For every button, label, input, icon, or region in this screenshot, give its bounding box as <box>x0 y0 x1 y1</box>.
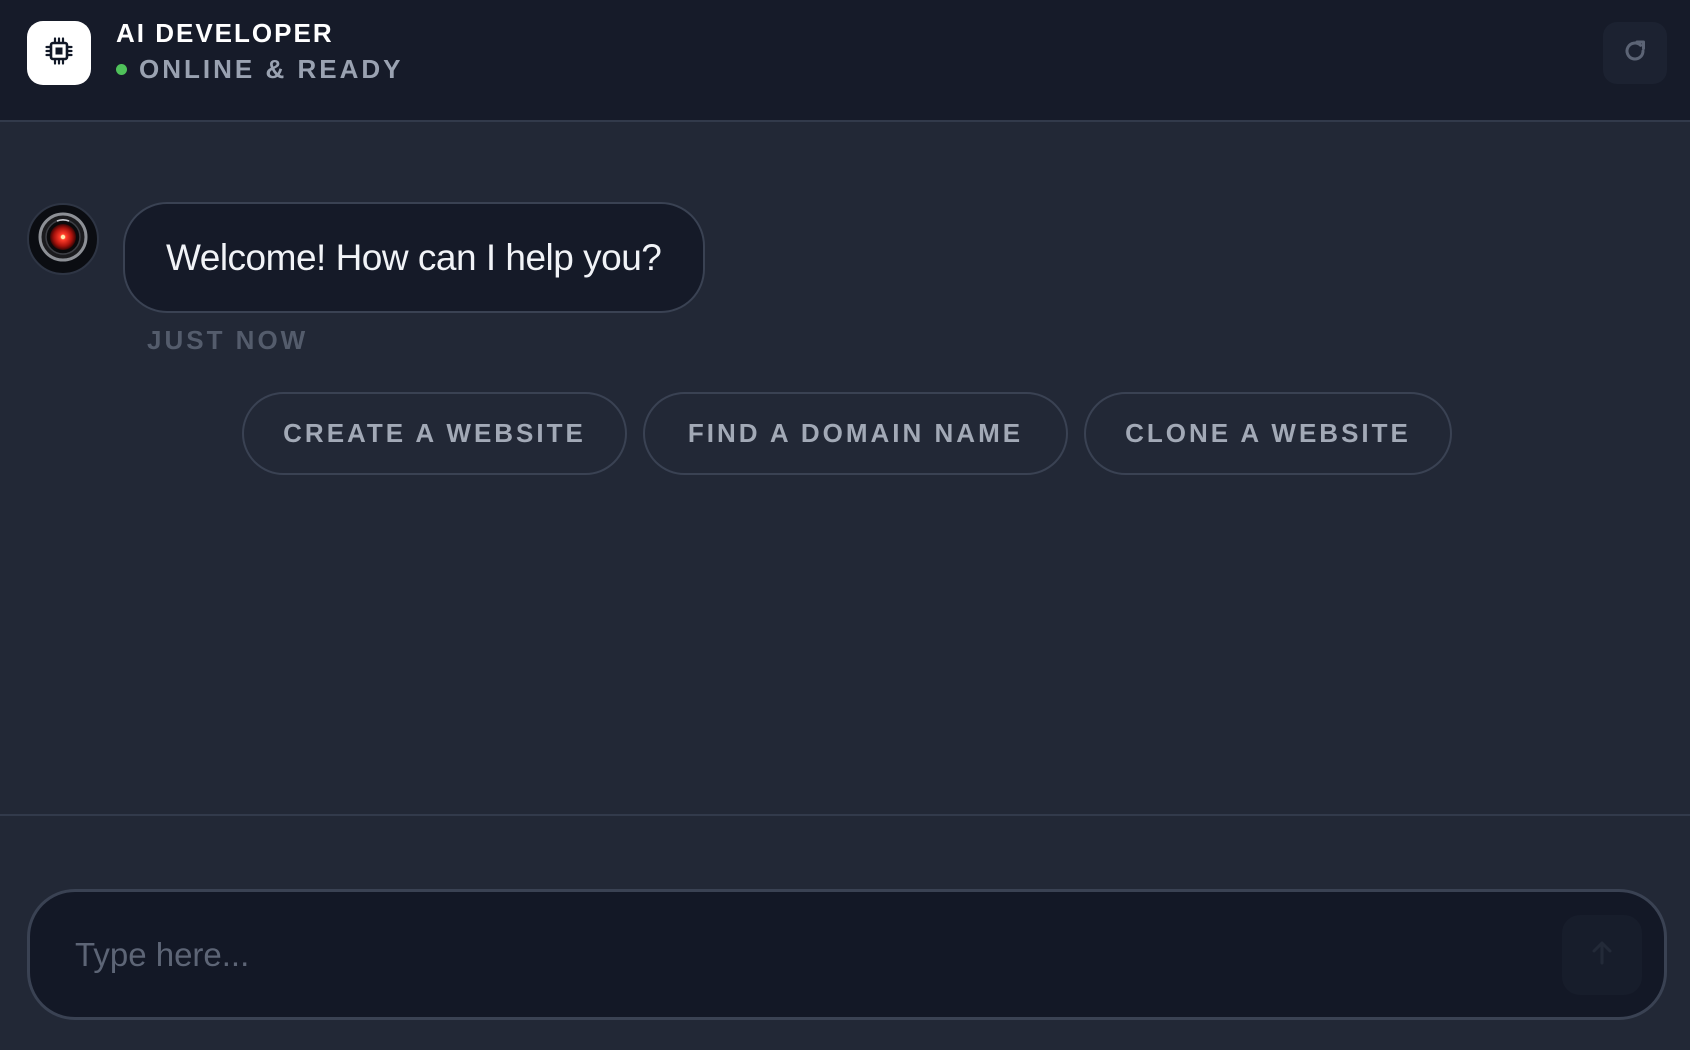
arrow-up-icon <box>1587 938 1617 973</box>
app-header: AI DEVELOPER ONLINE & READY <box>0 0 1690 122</box>
app-logo <box>27 21 91 85</box>
status-text: ONLINE & READY <box>139 54 404 84</box>
app-title: AI DEVELOPER <box>116 18 334 48</box>
message-input[interactable] <box>75 927 1525 983</box>
refresh-icon <box>1621 37 1649 70</box>
robot-eye-icon <box>38 212 88 267</box>
message-composer <box>27 889 1667 1020</box>
suggestion-find-domain-button[interactable]: FIND A DOMAIN NAME <box>643 392 1068 475</box>
status-indicator <box>116 64 127 75</box>
assistant-avatar <box>27 203 99 275</box>
send-button[interactable] <box>1562 915 1642 995</box>
suggestion-clone-website-button[interactable]: CLONE A WEBSITE <box>1084 392 1452 475</box>
assistant-message: Welcome! How can I help you? <box>123 202 705 313</box>
suggestion-chips: CREATE A WEBSITE FIND A DOMAIN NAME CLON… <box>0 392 1690 475</box>
suggestion-create-website-button[interactable]: CREATE A WEBSITE <box>242 392 627 475</box>
chat-app: AI DEVELOPER ONLINE & READY Welcome! How… <box>0 0 1690 1050</box>
refresh-button[interactable] <box>1603 22 1667 84</box>
composer-divider <box>0 814 1690 816</box>
message-timestamp: JUST NOW <box>147 325 309 355</box>
chip-icon <box>44 36 74 71</box>
